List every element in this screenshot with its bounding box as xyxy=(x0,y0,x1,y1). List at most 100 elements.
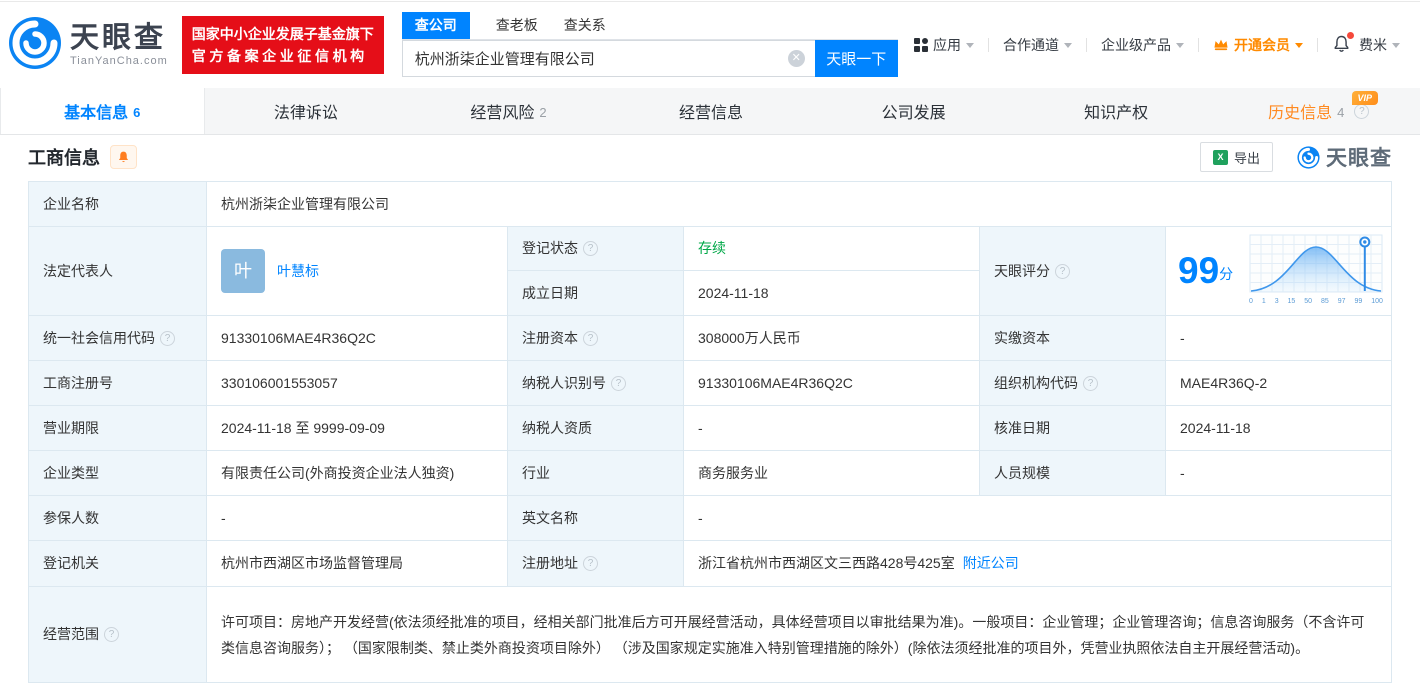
help-icon[interactable]: ? xyxy=(583,241,598,256)
tab-company-development[interactable]: 公司发展 xyxy=(812,88,1015,134)
tianyancha-watermark: 天眼查 xyxy=(1297,142,1392,172)
field-value-reg-status: 存续 xyxy=(684,227,979,270)
score-chart-axis: 0 1 3 15 50 85 97 99 100 xyxy=(1249,298,1383,306)
nav-enterprise[interactable]: 企业级产品 xyxy=(1101,35,1184,55)
field-value-taxpayer-quality: - xyxy=(684,406,979,450)
help-icon[interactable]: ? xyxy=(1083,375,1098,391)
field-value-reg-number: 330106001553057 xyxy=(207,361,507,405)
clear-icon[interactable]: ✕ xyxy=(787,49,805,67)
search-input[interactable] xyxy=(402,49,815,67)
chevron-down-icon xyxy=(1064,42,1072,48)
tab-history-info[interactable]: VIP 历史信息 4 ? xyxy=(1217,88,1420,134)
tab-legal-litigation[interactable]: 法律诉讼 xyxy=(205,88,408,134)
search-tab-company[interactable]: 查公司 xyxy=(401,11,470,39)
tab-business-risk[interactable]: 经营风险 2 xyxy=(407,88,610,134)
nav-user[interactable]: 费米 xyxy=(1359,35,1400,55)
help-icon[interactable]: ? xyxy=(1055,263,1070,279)
header: 天眼查 TianYanCha.com 国家中小企业发展子基金旗下 官方备案企业征… xyxy=(0,2,1420,88)
search-row: ✕ 天眼一下 xyxy=(401,39,898,77)
help-icon[interactable]: ? xyxy=(160,330,175,346)
export-button[interactable]: X 导出 xyxy=(1199,142,1273,172)
help-icon[interactable]: ? xyxy=(1354,103,1370,119)
field-label-reg-capital: 注册资本? xyxy=(508,316,683,360)
field-label-business-term: 营业期限 xyxy=(29,406,206,450)
field-label-paid-capital: 实缴资本 xyxy=(980,316,1165,360)
field-value-insured-count: - xyxy=(207,496,507,540)
search-button[interactable]: 天眼一下 xyxy=(814,39,898,77)
field-label-business-scope: 经营范围? xyxy=(29,587,206,682)
tab-count: 2 xyxy=(539,104,547,120)
field-value-reg-address: 浙江省杭州市西湖区文三西路428号425室 附近公司 xyxy=(684,541,1391,586)
business-info-table: 企业名称 杭州浙柒企业管理有限公司 法定代表人 叶 叶慧标 登记状态? 存续 成… xyxy=(28,181,1392,683)
field-label-staff-size: 人员规模 xyxy=(980,451,1165,495)
tab-label: 经营风险 xyxy=(470,105,535,122)
tianyancha-swirl-icon xyxy=(8,16,62,75)
field-label-english-name: 英文名称 xyxy=(508,496,683,540)
field-label-reg-status: 登记状态? xyxy=(508,227,683,270)
field-label-taxpayer-quality: 纳税人资质 xyxy=(508,406,683,450)
help-icon[interactable]: ? xyxy=(104,627,119,642)
tab-label: 历史信息 xyxy=(1268,105,1333,122)
field-label-org-code: 组织机构代码? xyxy=(980,361,1165,405)
search-area: 查公司 查老板 查关系 ✕ 天眼一下 xyxy=(401,11,898,77)
nav-open-vip-label: 开通会员 xyxy=(1234,37,1290,53)
gov-certification-badge: 国家中小企业发展子基金旗下 官方备案企业征信机构 xyxy=(181,16,384,74)
score-value: 99 分 xyxy=(1178,250,1234,291)
field-value-credit-code: 91330106MAE4R36Q2C xyxy=(207,316,507,360)
search-tab-boss[interactable]: 查老板 xyxy=(496,15,538,39)
field-label-reg-address: 注册地址? xyxy=(508,541,683,586)
legal-rep-avatar[interactable]: 叶 xyxy=(221,249,265,293)
help-icon[interactable]: ? xyxy=(583,330,598,346)
tianyancha-logo[interactable]: 天眼查 TianYanCha.com xyxy=(8,16,168,75)
nav-enterprise-label: 企业级产品 xyxy=(1101,37,1171,53)
nav-divider xyxy=(1317,38,1318,52)
excel-icon: X xyxy=(1212,149,1228,165)
nav-open-vip[interactable]: 开通会员 xyxy=(1213,35,1303,55)
nav-divider xyxy=(1086,38,1087,52)
field-label-tianyan-score: 天眼评分? xyxy=(980,227,1165,315)
section-header: 工商信息 X 导出 天眼查 xyxy=(0,135,1420,179)
help-icon[interactable]: ? xyxy=(583,556,598,571)
field-value-english-name: - xyxy=(684,496,1391,540)
tab-label: 经营信息 xyxy=(679,105,744,122)
company-tabbar: 基本信息 6 法律诉讼 经营风险 2 经营信息 公司发展 知识产权 VIP 历史… xyxy=(0,88,1420,135)
field-value-org-code: MAE4R36Q-2 xyxy=(1166,361,1391,405)
field-value-legal-rep: 叶 叶慧标 xyxy=(207,227,507,315)
search-tab-relation[interactable]: 查关系 xyxy=(564,15,606,39)
chevron-down-icon xyxy=(966,42,974,48)
tab-operating-info[interactable]: 经营信息 xyxy=(610,88,813,134)
watermark-text: 天眼查 xyxy=(1326,147,1392,170)
section-title: 工商信息 xyxy=(28,148,100,168)
top-nav: 应用 合作通道 企业级产品 开通会员 费米 xyxy=(914,31,1400,57)
tab-basic-info[interactable]: 基本信息 6 xyxy=(0,88,205,134)
nav-apps-label: 应用 xyxy=(933,37,961,53)
field-label-legal-rep: 法定代表人 xyxy=(29,227,206,315)
nav-partners[interactable]: 合作通道 xyxy=(1003,35,1072,55)
tab-intellectual-property[interactable]: 知识产权 xyxy=(1015,88,1218,134)
field-value-taxpayer-id: 91330106MAE4R36Q2C xyxy=(684,361,979,405)
nav-apps[interactable]: 应用 xyxy=(914,35,974,55)
nav-user-label: 费米 xyxy=(1359,37,1387,53)
logo-domain: TianYanCha.com xyxy=(70,55,168,67)
legal-rep-link[interactable]: 叶慧标 xyxy=(277,261,319,282)
monitor-bell-button[interactable] xyxy=(110,145,137,169)
nearby-companies-link[interactable]: 附近公司 xyxy=(963,553,1019,574)
score-distribution-chart: 0 1 3 15 50 85 97 99 100 xyxy=(1249,234,1383,308)
field-label-company-name: 企业名称 xyxy=(29,182,206,226)
field-label-industry: 行业 xyxy=(508,451,683,495)
field-value-staff-size: - xyxy=(1166,451,1391,495)
field-value-industry: 商务服务业 xyxy=(684,451,979,495)
gov-badge-line2: 官方备案企业征信机构 xyxy=(191,48,368,64)
gov-badge-line1: 国家中小企业发展子基金旗下 xyxy=(191,26,374,42)
notification-red-dot xyxy=(1347,31,1354,39)
tianyancha-swirl-icon xyxy=(1297,145,1320,169)
tab-label: 基本信息 xyxy=(64,105,129,122)
nav-partners-label: 合作通道 xyxy=(1003,37,1059,53)
crown-icon xyxy=(1213,37,1229,54)
help-icon[interactable]: ? xyxy=(611,375,626,391)
field-label-credit-code: 统一社会信用代码? xyxy=(29,316,206,360)
tab-label: 法律诉讼 xyxy=(273,105,338,122)
notification-bell-icon[interactable] xyxy=(1332,31,1354,57)
field-value-paid-capital: - xyxy=(1166,316,1391,360)
field-label-reg-authority: 登记机关 xyxy=(29,541,206,586)
